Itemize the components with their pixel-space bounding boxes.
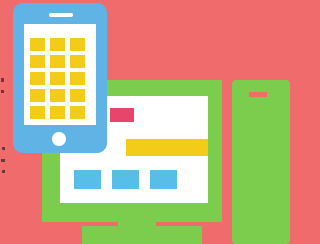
illustration-scene (0, 0, 294, 244)
phone-app-tile (50, 106, 65, 119)
screen-tile-3 (150, 170, 177, 189)
phone-speaker (49, 13, 73, 17)
phone-app-tile (30, 55, 45, 68)
phone-app-tile (70, 55, 85, 68)
phone-app-tile (50, 72, 65, 85)
screen-tile-2 (112, 170, 139, 189)
phone-app-tile (30, 38, 45, 51)
computer-tower-icon (232, 80, 290, 244)
monitor-base (82, 226, 202, 244)
phone-app-tile (30, 106, 45, 119)
tower-drive-slot (249, 92, 267, 97)
phone-app-grid (30, 38, 85, 119)
phone-app-tile (50, 89, 65, 102)
phone-app-tile (50, 38, 65, 51)
screen-bar-yellow (126, 139, 208, 156)
phone-app-tile (70, 89, 85, 102)
screen-block-red (110, 108, 134, 122)
smartphone-icon (13, 3, 107, 153)
screen-tile-1 (74, 170, 101, 189)
phone-app-tile (70, 38, 85, 51)
phone-app-tile (30, 72, 45, 85)
phone-app-tile (70, 106, 85, 119)
phone-app-tile (30, 89, 45, 102)
devices-illustration (0, 0, 294, 244)
phone-home-button (52, 132, 66, 146)
phone-app-tile (50, 55, 65, 68)
phone-app-tile (70, 72, 85, 85)
